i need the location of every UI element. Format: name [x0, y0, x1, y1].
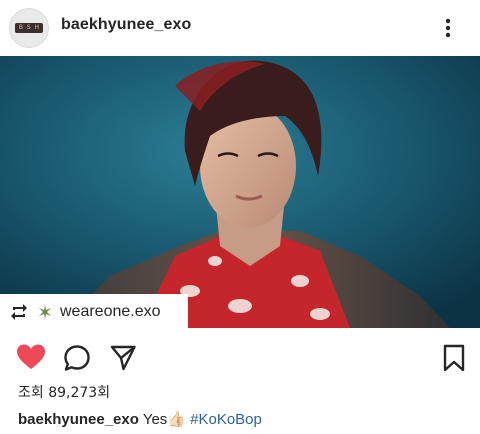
post-username[interactable]: baekhyunee_exo	[61, 16, 191, 34]
heart-icon[interactable]	[16, 343, 46, 371]
share-icon[interactable]	[109, 344, 137, 372]
post-caption: baekhyunee_exo Yes👍🏻 #KoKoBop	[18, 410, 262, 428]
avatar-badge-letter: H	[34, 24, 40, 31]
comment-icon[interactable]	[63, 344, 91, 372]
caption-username[interactable]: baekhyunee_exo	[18, 411, 139, 428]
weareone-logo-icon	[39, 305, 51, 319]
view-count[interactable]: 조회 89,273회	[18, 382, 110, 402]
avatar-badge-letter: S	[26, 24, 31, 31]
caption-text: Yes👍🏻	[142, 411, 186, 428]
bookmark-icon[interactable]	[442, 344, 466, 372]
avatar[interactable]: B S H	[9, 8, 49, 48]
post-photo-image	[0, 56, 480, 328]
repost-icon	[11, 304, 27, 320]
caption-hashtag[interactable]: #KoKoBop	[190, 411, 262, 428]
post-photo[interactable]	[0, 56, 480, 328]
action-bar	[0, 330, 480, 380]
repost-label[interactable]: weareone.exo	[0, 294, 188, 330]
more-icon[interactable]	[438, 18, 458, 38]
avatar-badge-letter: B	[18, 24, 24, 31]
views-label: 조회	[18, 385, 44, 401]
avatar-badge: B S H	[15, 23, 43, 33]
repost-source-user: weareone.exo	[60, 303, 161, 320]
views-count: 89,273회	[48, 385, 111, 401]
post-header: B S H baekhyunee_exo	[0, 0, 480, 56]
